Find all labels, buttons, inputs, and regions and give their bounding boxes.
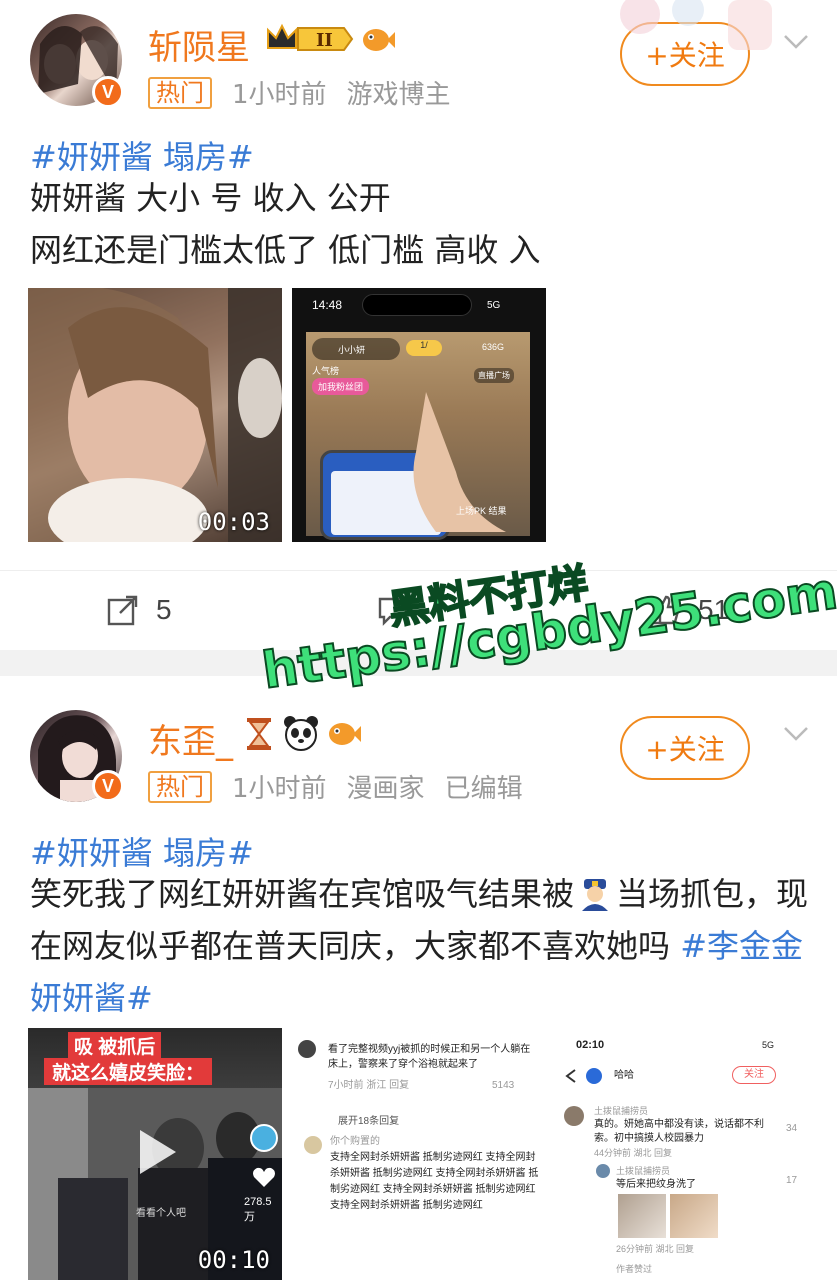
comment-text: 看了完整视频yyj被抓的时候正和另一个人躺在床上，警察来了穿个浴袍就起来了 bbox=[328, 1044, 531, 1070]
post-meta: 热门 1小时前 游戏博主 bbox=[148, 74, 451, 111]
image-thumbnail[interactable]: 14:48 5G 小小妍 1/ 636G 人气榜 加我粉丝团 直播广场 上场PK… bbox=[292, 288, 546, 542]
comment-likes: 34 bbox=[786, 1123, 798, 1134]
thread-title: 哈哈 bbox=[614, 1070, 634, 1081]
post-time: 1小时前 bbox=[232, 80, 327, 110]
chevron-down-icon[interactable] bbox=[782, 720, 810, 748]
live-pk: 上场PK 结果 bbox=[456, 506, 507, 516]
commenter-avatar bbox=[304, 1136, 322, 1154]
police-emoji-icon bbox=[578, 874, 612, 911]
chevron-down-icon[interactable] bbox=[782, 28, 810, 56]
post-body-start: 笑死我了网红妍妍酱在宾馆吸气结果被 bbox=[30, 875, 575, 913]
author-role: 游戏博主 bbox=[346, 80, 451, 110]
live-stream: 小小妍 1/ 636G 人气榜 加我粉丝团 直播广场 上场PK 结果 bbox=[306, 332, 530, 540]
comment-text: 等后来把纹身洗了 bbox=[616, 1179, 696, 1190]
video-duration: 00:10 bbox=[197, 1246, 270, 1274]
live-host: 小小妍 bbox=[312, 338, 400, 360]
video-caption-2: 就这么嬉皮笑脸： bbox=[44, 1058, 213, 1085]
hot-tag: 热门 bbox=[148, 770, 212, 803]
video-caption-1: 吸 被抓后 bbox=[68, 1032, 162, 1059]
follow-button[interactable]: +关注 bbox=[620, 716, 750, 780]
live-plaza: 直播广场 bbox=[474, 368, 514, 383]
decoration-sticker bbox=[620, 0, 772, 50]
post-line: 妍妍酱 大小 号 收入 公开 bbox=[30, 179, 391, 217]
author-liked: 作者赞过 bbox=[616, 1264, 653, 1274]
post-line: 网红还是门槛太低了 低门槛 高收 入 bbox=[30, 231, 541, 269]
expand-replies: 展开18条回复 bbox=[338, 1116, 400, 1127]
repost-count: 5 bbox=[156, 594, 172, 625]
status-time: 02:10 bbox=[576, 1039, 605, 1051]
comment-meta: 44分钟前 湖北 回复 bbox=[594, 1148, 673, 1158]
status-network: 5G bbox=[762, 1040, 775, 1050]
commenter-name: 土拨鼠捕捞员 bbox=[594, 1106, 649, 1116]
verified-icon: V bbox=[92, 770, 124, 802]
hourglass-icon bbox=[244, 716, 274, 752]
commenter-name: 土拨鼠捕捞员 bbox=[616, 1166, 671, 1176]
image-thumbnail[interactable]: 看了完整视频yyj被抓的时候正和另一个人躺在床上，警察来了穿个浴袍就起来了 7小… bbox=[292, 1028, 546, 1280]
fish-icon bbox=[360, 22, 396, 56]
verified-icon: V bbox=[92, 76, 124, 108]
svg-text:II: II bbox=[316, 30, 333, 51]
crown-level-icon: II bbox=[264, 22, 354, 56]
video-thumbnail[interactable]: 00:03 bbox=[28, 288, 282, 542]
author-avatar bbox=[586, 1068, 602, 1084]
commenter-avatar bbox=[596, 1164, 610, 1178]
author-role: 漫画家 bbox=[346, 774, 425, 804]
post-meta: 热门 1小时前 漫画家 已编辑 bbox=[148, 768, 523, 805]
video-frame bbox=[28, 288, 282, 542]
comment-image bbox=[618, 1194, 666, 1238]
hot-tag: 热门 bbox=[148, 76, 212, 109]
live-fans-button: 加我粉丝团 bbox=[312, 378, 370, 395]
panda-icon bbox=[282, 714, 320, 752]
share-icon bbox=[107, 595, 138, 626]
fish-icon bbox=[326, 716, 362, 750]
heart-icon bbox=[253, 1167, 275, 1187]
video-thumbnail[interactable]: 吸 被抓后 就这么嬉皮笑脸： 278.5万 看看个人吧 00:10 bbox=[28, 1028, 282, 1280]
repost-action[interactable]: 5 bbox=[106, 593, 172, 627]
comment-image bbox=[670, 1194, 718, 1238]
video-bottom-text: 看看个人吧 bbox=[136, 1208, 186, 1219]
post-time: 1小时前 bbox=[232, 774, 327, 804]
status-time: 14:48 bbox=[312, 298, 343, 312]
post-card: V 东歪_ 热门 1小时前 漫画家 已编辑 +关注 #妍妍酱 塌房# 笑死我了网… bbox=[0, 676, 837, 1280]
status-network: 5G bbox=[487, 300, 501, 311]
back-icon bbox=[565, 1069, 576, 1083]
commenter-avatar bbox=[298, 1040, 316, 1058]
comment-text: 真的。妍她高中都没有读，说话都不利索。初中搞摸人校园暴力 bbox=[594, 1119, 764, 1144]
edited-label: 已编辑 bbox=[444, 774, 523, 804]
username[interactable]: 东歪_ bbox=[148, 714, 233, 763]
spam-comment: 支持全网封杀妍妍酱 抵制劣迹网红 支持全网封杀妍妍酱 抵制劣迹网红 支持全网封杀… bbox=[330, 1152, 539, 1211]
creator-avatar bbox=[250, 1124, 278, 1152]
commenter-name: 你个购置的 bbox=[330, 1136, 380, 1147]
comment-meta: 26分钟前 湖北 回复 bbox=[616, 1244, 695, 1254]
follow-button-mini: 关注 bbox=[732, 1066, 776, 1084]
username[interactable]: 斩陨星 bbox=[148, 20, 250, 69]
comment-likes: 17 bbox=[786, 1175, 798, 1186]
post-card: V 斩陨星 II 热门 1小时前 游戏博主 +关注 #妍妍酱 塌房# 妍妍酱 大… bbox=[0, 0, 837, 650]
post-text: 笑死我了网红妍妍酱在宾馆吸气结果被 当场抓包，现在网友似乎都在普天同庆，大家都不喜… bbox=[30, 868, 810, 1024]
comment-meta: 7小时前 浙江 回复 bbox=[328, 1080, 410, 1091]
live-badge: 1/ bbox=[406, 340, 442, 356]
dynamic-island bbox=[362, 294, 472, 316]
video-likes: 278.5万 bbox=[244, 1196, 272, 1223]
post-text: 妍妍酱 大小 号 收入 公开 网红还是门槛太低了 低门槛 高收 入 bbox=[30, 172, 541, 276]
live-count: 636G bbox=[482, 342, 505, 352]
image-thumbnail[interactable]: 02:10 5G 哈哈 关注 土拨鼠捕捞员 真的。妍她高中都没有读，说话都不利索… bbox=[556, 1028, 810, 1280]
commenter-avatar bbox=[564, 1106, 584, 1126]
live-tag: 人气榜 bbox=[312, 366, 340, 376]
video-duration: 00:03 bbox=[197, 508, 270, 536]
play-icon[interactable] bbox=[136, 1128, 178, 1176]
comment-likes: 5143 bbox=[492, 1080, 515, 1091]
